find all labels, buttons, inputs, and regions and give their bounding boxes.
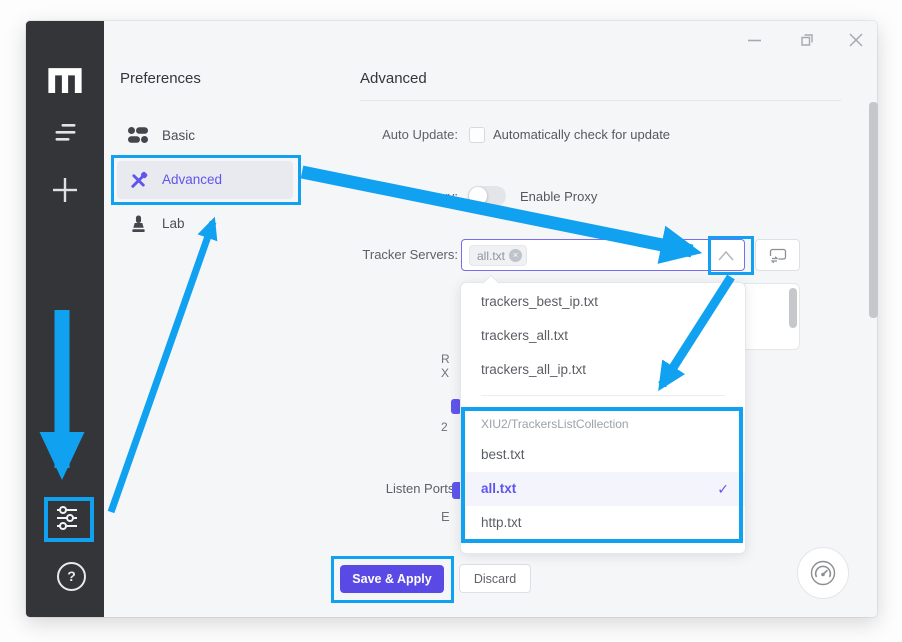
tracker-servers-label: Tracker Servers: <box>340 247 458 262</box>
page-title: Advanced <box>360 70 427 87</box>
annotation-box-advanced <box>111 155 301 205</box>
obscured-text: E <box>441 510 450 524</box>
sync-icon <box>769 248 787 263</box>
motrix-logo-icon <box>46 66 84 93</box>
lab-stamp-icon <box>130 215 147 233</box>
toggles-icon <box>128 126 148 144</box>
obscured-text: 2 <box>441 420 448 434</box>
screenshot-root: ? Preferences Basic Advanced L <box>0 0 902 642</box>
dropdown-option[interactable]: trackers_best_ip.txt <box>461 285 745 319</box>
sidebar-item-label: Basic <box>162 128 195 143</box>
remove-tag-icon[interactable]: × <box>509 249 522 262</box>
annotation-box-chevron <box>708 236 754 275</box>
annotation-box-preferences-icon <box>44 497 94 542</box>
auto-update-option[interactable]: Automatically check for update <box>493 127 670 142</box>
toggle-knob <box>469 187 487 205</box>
add-task-icon[interactable] <box>53 178 77 202</box>
listen-ports-label: Listen Ports: <box>340 481 458 496</box>
minimize-button[interactable] <box>746 32 763 49</box>
textarea-scrollbar[interactable] <box>789 288 797 328</box>
nav-title: Preferences <box>120 70 201 87</box>
sidebar-item-lab[interactable]: Lab <box>117 210 293 240</box>
speedometer-icon <box>809 559 837 587</box>
maximize-icon[interactable] <box>798 31 816 49</box>
obscured-text: RX <box>441 352 450 380</box>
sidebar-item-label: Lab <box>162 216 185 231</box>
task-list-icon[interactable] <box>53 123 78 143</box>
dropdown-option[interactable]: trackers_all_ip.txt <box>461 353 745 387</box>
dropdown-option[interactable]: trackers_all.txt <box>461 319 745 353</box>
sidebar-item-basic[interactable]: Basic <box>117 122 293 152</box>
sync-trackers-button[interactable] <box>755 239 800 271</box>
auto-update-checkbox[interactable] <box>469 127 485 143</box>
divider <box>360 100 841 101</box>
proxy-toggle[interactable] <box>468 186 506 206</box>
dropdown-divider <box>481 395 725 396</box>
discard-button[interactable]: Discard <box>459 564 531 593</box>
auto-update-label: Auto Update: <box>340 127 458 142</box>
help-icon[interactable]: ? <box>57 562 86 591</box>
annotation-box-dropdown-group <box>461 407 743 543</box>
selected-tag: all.txt × <box>469 245 527 266</box>
annotation-box-save <box>331 556 454 603</box>
proxy-label: Proxy: <box>340 189 458 204</box>
tracker-servers-select[interactable]: all.txt × <box>461 239 745 271</box>
speed-limit-button[interactable] <box>797 547 849 599</box>
window-scrollbar[interactable] <box>869 102 878 318</box>
close-icon[interactable] <box>847 31 865 49</box>
tag-label: all.txt <box>477 249 505 263</box>
proxy-option[interactable]: Enable Proxy <box>520 189 597 204</box>
